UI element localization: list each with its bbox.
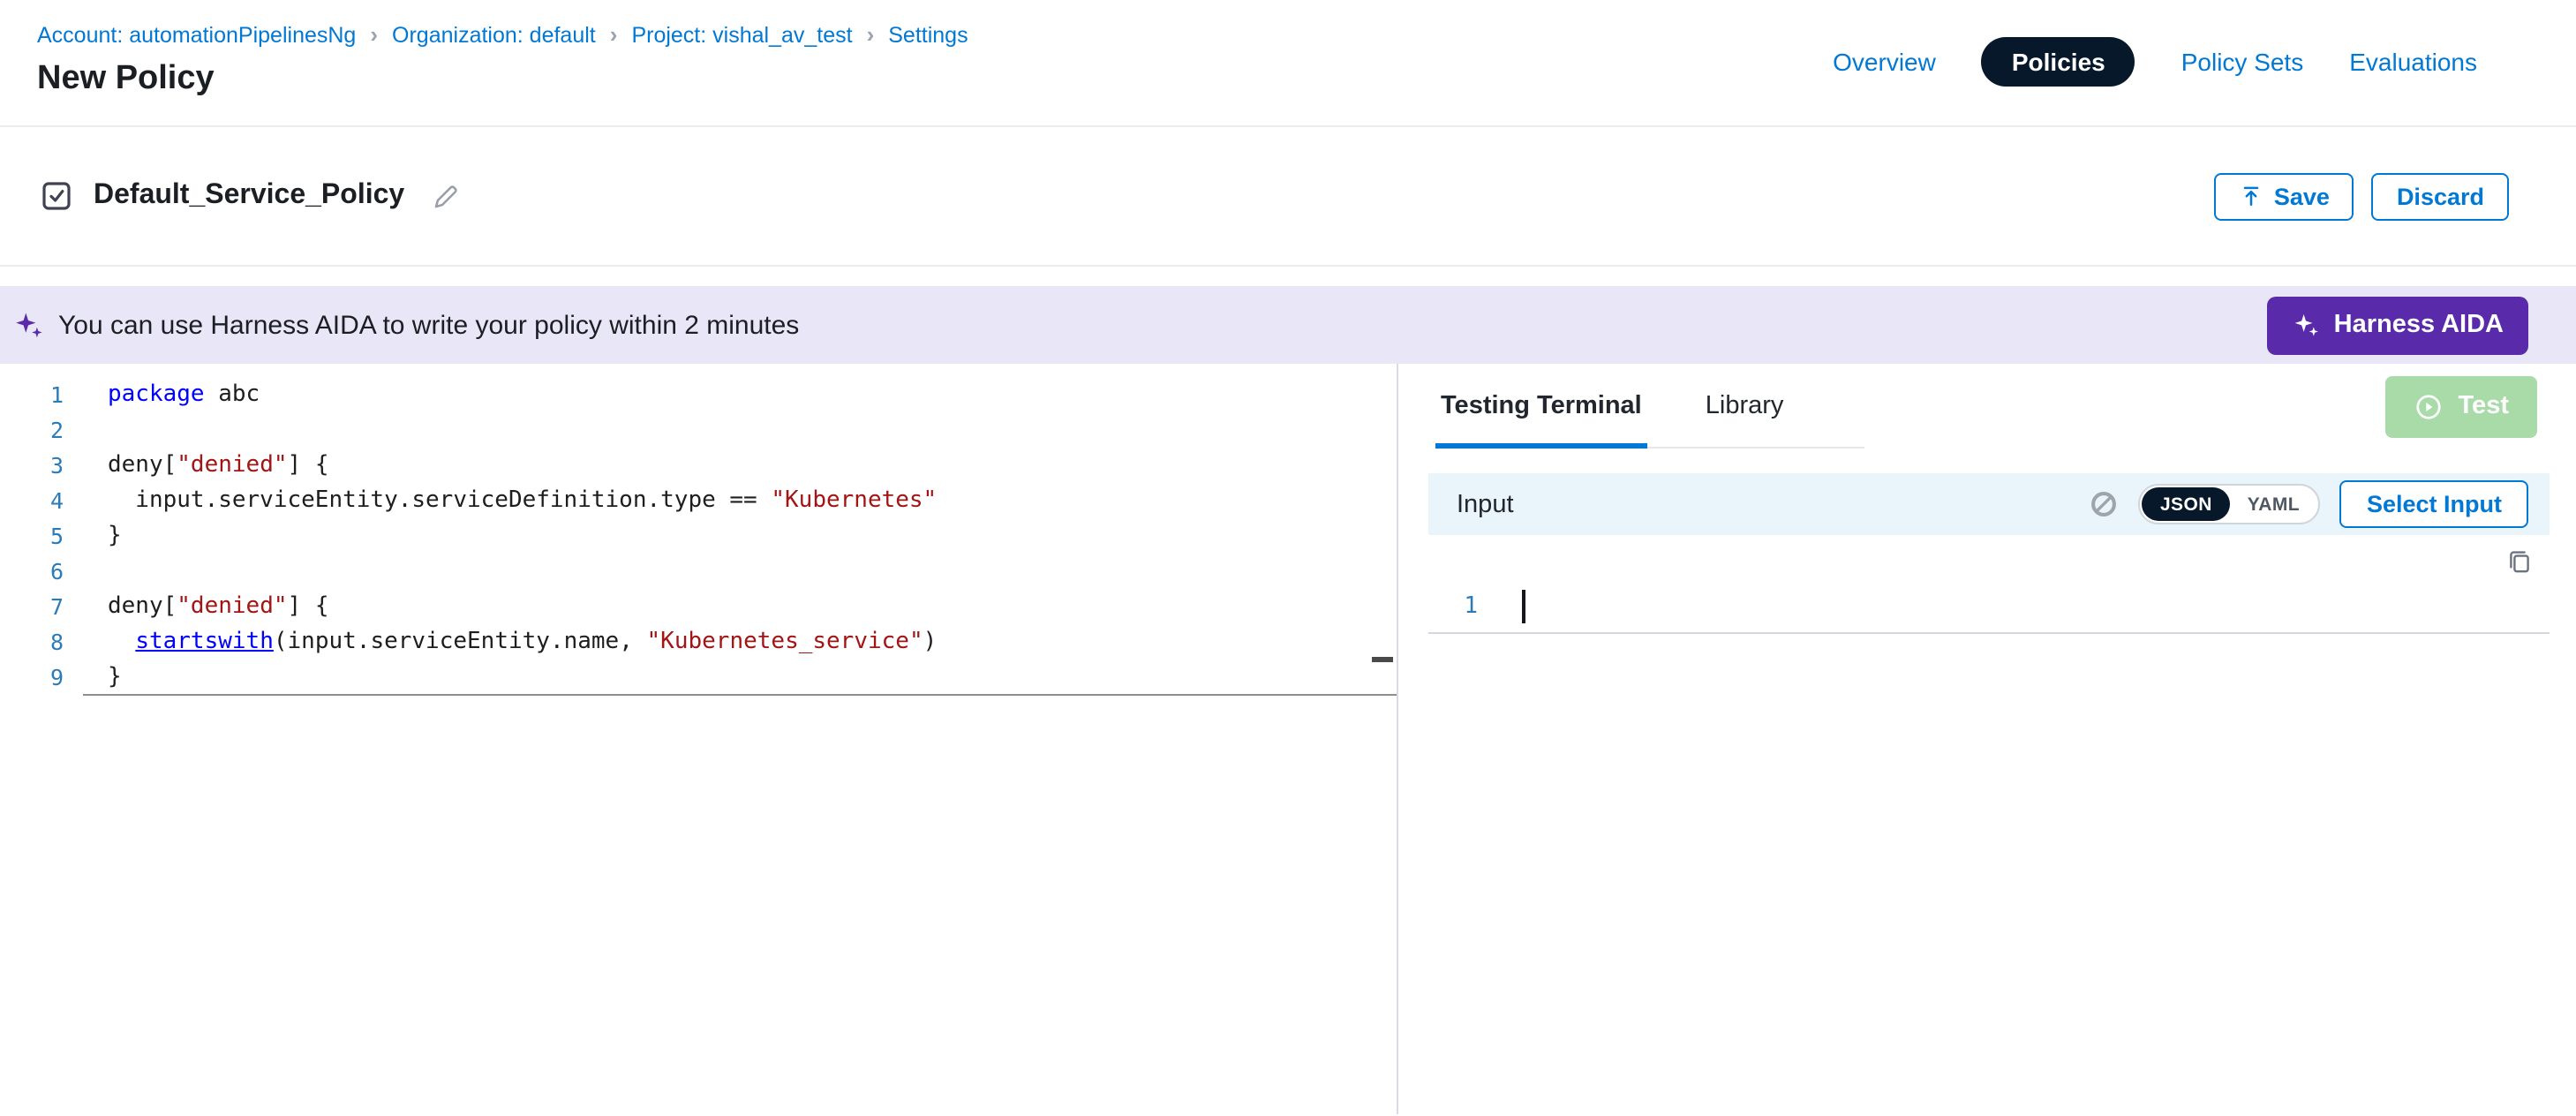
format-toggle: JSON YAML bbox=[2139, 484, 2321, 524]
input-line-number: 1 bbox=[1428, 593, 1478, 620]
aida-banner: You can use Harness AIDA to write your p… bbox=[0, 286, 2576, 364]
input-section-header: Input JSON YAML Select Input bbox=[1428, 473, 2550, 535]
policy-code-editor[interactable]: 1package abc23deny["denied"] {4 input.se… bbox=[0, 364, 1398, 1114]
header-nav: Overview Policies Policy Sets Evaluation… bbox=[1833, 37, 2477, 87]
test-button[interactable]: Test bbox=[2386, 375, 2538, 437]
testing-tabs-row: Testing Terminal Library Test bbox=[1398, 364, 2576, 449]
copy-icon[interactable] bbox=[2505, 547, 2534, 576]
discard-label: Discard bbox=[2397, 183, 2484, 209]
breadcrumb-settings[interactable]: Settings bbox=[888, 22, 968, 47]
policy-name: Default_Service_Policy bbox=[94, 180, 404, 212]
aida-banner-message: You can use Harness AIDA to write your p… bbox=[58, 310, 799, 340]
code-line[interactable]: 3deny["denied"] { bbox=[0, 449, 1397, 484]
edit-pencil-icon[interactable] bbox=[431, 181, 461, 211]
line-number: 5 bbox=[0, 519, 83, 554]
code-line[interactable]: 6 bbox=[0, 554, 1397, 590]
testing-tabs: Testing Terminal Library bbox=[1441, 364, 1864, 449]
nav-evaluations[interactable]: Evaluations bbox=[2349, 48, 2477, 76]
harness-aida-button[interactable]: Harness AIDA bbox=[2267, 296, 2528, 354]
main-content: 1package abc23deny["denied"] {4 input.se… bbox=[0, 364, 2576, 1114]
code-text: package abc bbox=[83, 378, 260, 413]
aida-sparkle-icon bbox=[12, 309, 44, 341]
code-line[interactable]: 4 input.serviceEntity.serviceDefinition.… bbox=[0, 484, 1397, 519]
chevron-right-icon: › bbox=[610, 21, 618, 48]
line-number: 4 bbox=[0, 484, 83, 519]
text-cursor bbox=[1522, 590, 1525, 623]
page-title: New Policy bbox=[37, 60, 968, 99]
code-line[interactable]: 1package abc bbox=[0, 378, 1397, 413]
breadcrumb-account[interactable]: Account: automationPipelinesNg bbox=[37, 22, 356, 47]
breadcrumb-project[interactable]: Project: vishal_av_test bbox=[631, 22, 852, 47]
nav-overview[interactable]: Overview bbox=[1833, 48, 1936, 76]
policy-title-group: Default_Service_Policy bbox=[39, 178, 461, 214]
line-number: 1 bbox=[0, 378, 83, 413]
play-circle-icon bbox=[2414, 391, 2444, 421]
breadcrumb: Account: automationPipelinesNg › Organiz… bbox=[37, 21, 968, 48]
line-number: 3 bbox=[0, 449, 83, 484]
code-line[interactable]: 9} bbox=[0, 660, 1397, 696]
line-number: 7 bbox=[0, 590, 83, 625]
overview-ruler-marker bbox=[1372, 657, 1393, 662]
toolbar-actions: Save Discard bbox=[2214, 172, 2509, 220]
line-number: 6 bbox=[0, 554, 83, 590]
slash-circle-icon[interactable] bbox=[2090, 489, 2120, 519]
breadcrumb-organization[interactable]: Organization: default bbox=[392, 22, 596, 47]
line-number: 8 bbox=[0, 625, 83, 660]
test-button-label: Test bbox=[2459, 392, 2510, 420]
code-line[interactable]: 7deny["denied"] { bbox=[0, 590, 1397, 625]
chevron-right-icon: › bbox=[370, 21, 378, 48]
save-button[interactable]: Save bbox=[2214, 172, 2354, 220]
code-text: deny["denied"] { bbox=[83, 449, 329, 484]
testing-panel: Testing Terminal Library Test Input bbox=[1398, 364, 2576, 1114]
nav-policy-sets[interactable]: Policy Sets bbox=[2181, 48, 2304, 76]
code-text bbox=[83, 413, 108, 449]
nav-policies[interactable]: Policies bbox=[1982, 37, 2135, 87]
input-controls: JSON YAML Select Input bbox=[2090, 480, 2528, 528]
code-text: } bbox=[83, 519, 122, 554]
code-line[interactable]: 2 bbox=[0, 413, 1397, 449]
save-label: Save bbox=[2274, 183, 2330, 209]
input-editor[interactable]: 1 bbox=[1428, 535, 2550, 634]
code-text: input.serviceEntity.serviceDefinition.ty… bbox=[83, 484, 937, 519]
page-header: Account: automationPipelinesNg › Organiz… bbox=[0, 0, 2576, 127]
tab-library[interactable]: Library bbox=[1706, 364, 1784, 447]
line-number: 2 bbox=[0, 413, 83, 449]
policy-toolbar: Default_Service_Policy Save Dis bbox=[0, 127, 2576, 267]
aida-button-label: Harness AIDA bbox=[2334, 311, 2504, 339]
code-line[interactable]: 5} bbox=[0, 519, 1397, 554]
input-editor-line[interactable]: 1 bbox=[1428, 581, 2550, 634]
select-input-button[interactable]: Select Input bbox=[2340, 480, 2528, 528]
discard-button[interactable]: Discard bbox=[2372, 172, 2509, 220]
line-number: 9 bbox=[0, 660, 83, 696]
tab-testing-terminal[interactable]: Testing Terminal bbox=[1441, 364, 1642, 447]
header-left: Account: automationPipelinesNg › Organiz… bbox=[37, 21, 968, 99]
input-label: Input bbox=[1457, 490, 1514, 518]
code-lines: 1package abc23deny["denied"] {4 input.se… bbox=[0, 378, 1397, 696]
new-policy-page: Account: automationPipelinesNg › Organiz… bbox=[0, 0, 2576, 1116]
aida-button-sparkle-icon bbox=[2292, 311, 2320, 339]
chevron-right-icon: › bbox=[867, 21, 875, 48]
code-text: deny["denied"] { bbox=[83, 590, 329, 625]
code-text: } bbox=[83, 660, 122, 696]
format-option-json[interactable]: JSON bbox=[2143, 487, 2230, 521]
code-text: startswith(input.serviceEntity.name, "Ku… bbox=[83, 625, 937, 660]
code-line[interactable]: 8 startswith(input.serviceEntity.name, "… bbox=[0, 625, 1397, 660]
code-text bbox=[83, 554, 108, 590]
policy-check-icon bbox=[39, 178, 74, 214]
upload-arrow-icon bbox=[2239, 184, 2263, 208]
format-option-yaml[interactable]: YAML bbox=[2230, 487, 2317, 521]
